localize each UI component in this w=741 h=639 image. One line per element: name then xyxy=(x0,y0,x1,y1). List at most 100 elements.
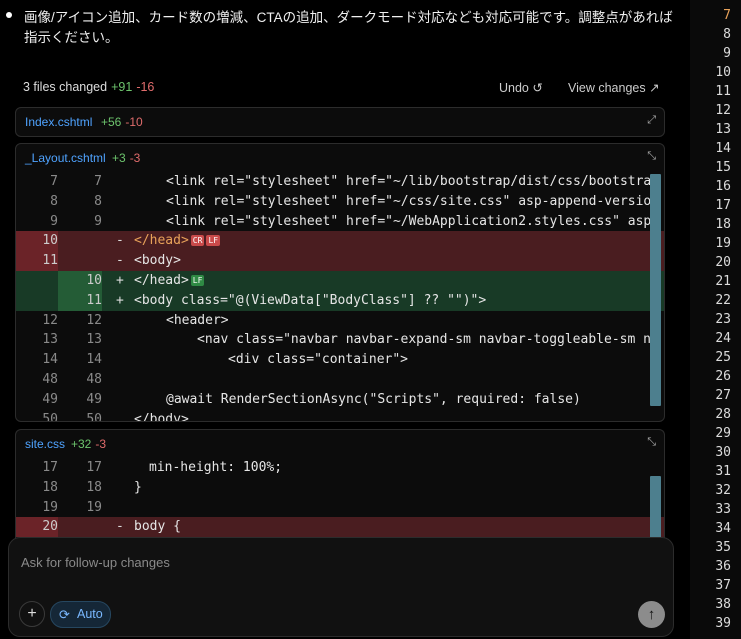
file-stats: +3 -3 xyxy=(112,151,141,165)
gutter-line-number: 32 xyxy=(715,483,731,498)
gutter-line-number: 27 xyxy=(715,388,731,403)
diff-row: 12 12 <header> xyxy=(16,311,664,331)
gutter-line-number: 31 xyxy=(715,464,731,479)
diff-view: 17 17 min-height: 100%; 18 18} 19 19 20- body… xyxy=(16,458,664,538)
cr-marker: CR xyxy=(190,235,205,247)
undo-button[interactable]: Undo ↺ xyxy=(499,80,543,95)
scrollbar[interactable] xyxy=(650,174,661,406)
file-card-site-css: site.css +32 -3 ⤡ 17 17 min-height: 100%; 1… xyxy=(15,429,665,541)
gutter-line-number: 26 xyxy=(715,369,731,384)
undo-icon: ↺ xyxy=(532,81,543,95)
code-line: <link rel="stylesheet" href="~/css/site.… xyxy=(166,193,660,209)
file-name[interactable]: Index.cshtml xyxy=(25,115,92,129)
gutter-line-number: 37 xyxy=(715,578,731,593)
code-line: <nav class="navbar navbar-expand-sm navb… xyxy=(197,332,659,348)
followup-input[interactable]: Ask for follow-up changes xyxy=(21,555,170,570)
file-header: Index.cshtml +56 -10 ⤢ xyxy=(16,108,664,136)
diff-row: 17 17 min-height: 100%; xyxy=(16,458,664,478)
gutter-line-number: 15 xyxy=(715,160,731,175)
diff-row: 49 49 @await RenderSectionAsync("Scripts",… xyxy=(16,390,664,410)
mode-selector[interactable]: ⟳ Auto xyxy=(50,601,111,628)
mode-label: Auto xyxy=(77,607,103,621)
gutter-line-number: 9 xyxy=(723,46,731,61)
diff-row: 50 50 </body> xyxy=(16,410,664,422)
total-deletions: -16 xyxy=(136,80,155,94)
plus-icon: + xyxy=(27,605,37,622)
diff-row: 14 14 <div class="container"> xyxy=(16,350,664,370)
code-line: <header> xyxy=(166,312,229,328)
code-line: </head> xyxy=(134,272,189,288)
lf-marker: LF xyxy=(206,235,221,247)
file-card-index[interactable]: Index.cshtml +56 -10 ⤢ xyxy=(15,107,665,137)
diff-view: 7 7 <link rel="stylesheet" href="~/lib/boo… xyxy=(16,172,664,422)
code-line: body { xyxy=(134,519,181,535)
code-line: <link rel="stylesheet" href="~/WebApplic… xyxy=(166,213,660,229)
gutter-line-number: 20 xyxy=(715,255,731,270)
gutter-line-number: 18 xyxy=(715,217,731,232)
collapse-icon[interactable]: ⤡ xyxy=(647,150,656,163)
diff-row-added: 11 + <body class="@(ViewData["BodyClass"] … xyxy=(16,290,664,311)
file-header: _Layout.cshtml +3 -3 ⤡ xyxy=(16,144,664,172)
file-card-layout: _Layout.cshtml +3 -3 ⤡ 7 7 <link rel="style… xyxy=(15,143,665,422)
gutter-line-number: 36 xyxy=(715,559,731,574)
gutter-line-number: 34 xyxy=(715,521,731,536)
followup-composer[interactable]: Ask for follow-up changes + ⟳ Auto ↑ xyxy=(8,537,674,637)
diff-row: 7 7 <link rel="stylesheet" href="~/lib/boo… xyxy=(16,172,664,192)
undo-label: Undo xyxy=(499,81,529,95)
code-line: <div class="container"> xyxy=(228,352,409,368)
code-line: </body> xyxy=(134,411,189,422)
gutter-line-number: 30 xyxy=(715,445,731,460)
gutter-line-number: 28 xyxy=(715,407,731,422)
scrollbar[interactable] xyxy=(650,476,661,541)
gutter-line-number: 7 xyxy=(723,8,731,23)
external-arrow-icon: ↗ xyxy=(649,81,660,95)
send-button[interactable]: ↑ xyxy=(638,601,665,628)
view-changes-button[interactable]: View changes ↗ xyxy=(568,80,660,95)
gutter-line-number: 29 xyxy=(715,426,731,441)
assistant-message: 画像/アイコン追加、カード数の増減、CTAの追加、ダークモード対応なども対応可能… xyxy=(24,10,673,45)
bullet xyxy=(6,12,12,18)
files-changed-count: 3 files changed xyxy=(23,80,108,94)
view-changes-label: View changes xyxy=(568,81,646,95)
diff-row: 8 8 <link rel="stylesheet" href="~/css/sit… xyxy=(16,192,664,212)
gutter-line-number: 35 xyxy=(715,540,731,555)
gutter-line-number: 11 xyxy=(715,84,731,99)
model-icon: ⟳ xyxy=(59,607,70,622)
gutter-line-number: 12 xyxy=(715,103,731,118)
gutter-line-number: 8 xyxy=(723,27,731,42)
diff-row: 48 48 xyxy=(42,371,102,387)
arrow-up-icon: ↑ xyxy=(647,606,656,623)
diff-row: 18 18} xyxy=(16,478,664,498)
file-name[interactable]: _Layout.cshtml xyxy=(25,151,106,165)
gutter-line-number: 13 xyxy=(715,122,731,137)
add-context-button[interactable]: + xyxy=(19,601,45,627)
gutter-line-number: 17 xyxy=(715,198,731,213)
file-header: site.css +32 -3 ⤡ xyxy=(16,430,664,458)
gutter-line-number: 39 xyxy=(715,616,731,631)
gutter-line-number: 22 xyxy=(715,293,731,308)
gutter-line-number: 16 xyxy=(715,179,731,194)
file-stats: +56 -10 xyxy=(101,115,143,129)
code-line: </head> xyxy=(134,233,189,249)
gutter-line-number: 24 xyxy=(715,331,731,346)
gutter-line-number: 14 xyxy=(715,141,731,156)
gutter-line-number: 23 xyxy=(715,312,731,327)
diff-row-added: 10 + </head> LF xyxy=(16,270,664,291)
file-stats: +32 -3 xyxy=(71,437,107,451)
collapse-icon[interactable]: ⤡ xyxy=(647,436,656,449)
diff-row-deleted: 20- body { xyxy=(16,517,664,538)
diff-row-deleted: 10- </head> CR LF xyxy=(16,231,664,252)
gutter-line-number: 21 xyxy=(715,274,731,289)
expand-icon[interactable]: ⤢ xyxy=(647,114,656,127)
code-line: <body> xyxy=(134,253,181,269)
diff-row: 13 13 <nav class="navbar navbar-expand-sm … xyxy=(16,330,664,350)
file-name[interactable]: site.css xyxy=(25,437,65,451)
editor-line-gutter: 7 8 9 10 11 12 13 14 15 16 17 18 19 20 21 22 23 24 25 26 27 2… xyxy=(690,0,741,639)
total-additions: +91 xyxy=(111,80,133,94)
changes-summary: 3 files changed +91 -16 xyxy=(23,80,154,94)
chat-panel: 画像/アイコン追加、カード数の増減、CTAの追加、ダークモード対応なども対応可能… xyxy=(0,0,690,639)
diff-row: 9 9 <link rel="stylesheet" href="~/WebAppl… xyxy=(16,212,664,232)
gutter-line-number: 38 xyxy=(715,597,731,612)
code-line: @await RenderSectionAsync("Scripts", req… xyxy=(166,391,581,407)
lf-marker: LF xyxy=(190,274,205,286)
